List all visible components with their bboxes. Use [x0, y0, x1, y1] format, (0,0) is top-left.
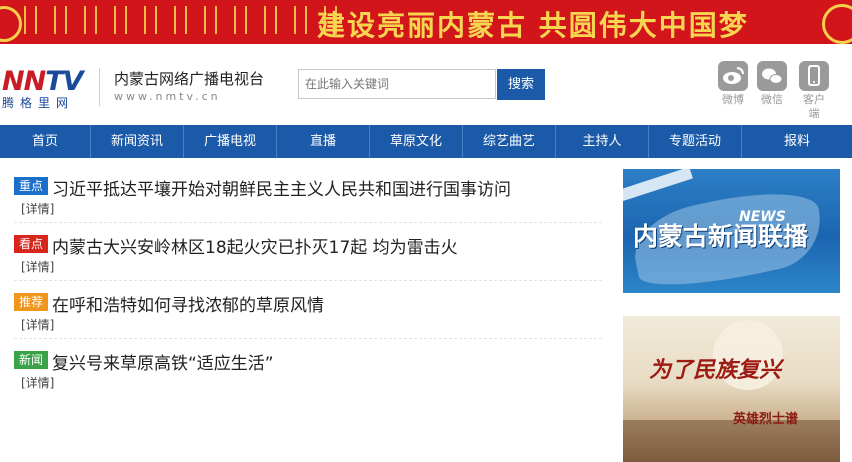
news-item: 看点 内蒙古大兴安岭林区18起火灾已扑灭17起 均为雷击火 [详情]: [14, 224, 602, 281]
news-headline[interactable]: 在呼和浩特如何寻找浓郁的草原风情: [52, 291, 324, 316]
banner-ornament-left: [0, 6, 22, 42]
nav-item-hosts[interactable]: 主持人: [556, 125, 649, 158]
promo-arrow-decoration: [623, 169, 693, 204]
header-divider: [99, 68, 100, 106]
search-input[interactable]: [298, 69, 496, 99]
news-tag: 新闻: [14, 351, 48, 369]
promo-crowd-graphic: [623, 420, 840, 462]
weibo-link[interactable]: 微博: [716, 61, 750, 107]
site-name: 内蒙古网络广播电视台: [114, 70, 265, 88]
nav-item-live[interactable]: 直播: [277, 125, 370, 158]
mobile-app-label: 客户端: [803, 93, 825, 120]
mobile-app-link[interactable]: 客户端: [797, 61, 831, 121]
mobile-icon: [799, 61, 829, 91]
news-item: 推荐 在呼和浩特如何寻找浓郁的草原风情 [详情]: [14, 282, 602, 339]
news-detail-link[interactable]: [详情]: [21, 200, 54, 217]
news-detail-link[interactable]: [详情]: [21, 316, 54, 333]
wechat-icon: [757, 61, 787, 91]
top-banner[interactable]: 建设亮丽内蒙古 共圆伟大中国梦: [0, 0, 852, 44]
nav-item-home[interactable]: 首页: [0, 125, 91, 158]
banner-slogan: 建设亮丽内蒙古 共圆伟大中国梦: [317, 9, 749, 42]
nav-item-tips[interactable]: 报料: [742, 125, 852, 158]
promo-title: 内蒙古新闻联播: [633, 222, 809, 251]
news-detail-link[interactable]: [详情]: [21, 374, 54, 391]
nav-item-special-events[interactable]: 专题活动: [649, 125, 742, 158]
nav-item-grassland-culture[interactable]: 草原文化: [370, 125, 463, 158]
main-nav: 首页 新闻资讯 广播电视 直播 草原文化 综艺曲艺 主持人 专题活动 报料: [0, 125, 852, 158]
news-tag: 推荐: [14, 293, 48, 311]
weibo-icon: [718, 61, 748, 91]
logo-wordmark: NNTV: [2, 66, 84, 97]
news-detail-link[interactable]: [详情]: [21, 258, 54, 275]
nav-item-news[interactable]: 新闻资讯: [91, 125, 184, 158]
news-headline[interactable]: 复兴号来草原高铁“适应生活”: [52, 349, 274, 374]
inner-mongolia-news-promo[interactable]: NEWS 内蒙古新闻联播: [623, 169, 840, 293]
news-headline[interactable]: 内蒙古大兴安岭林区18起火灾已扑灭17起 均为雷击火: [52, 233, 458, 258]
news-item: 重点 习近平抵达平壤开始对朝鲜民主主义人民共和国进行国事访问 [详情]: [14, 166, 602, 223]
news-tag: 看点: [14, 235, 48, 253]
promo-title: 为了民族复兴: [649, 358, 782, 383]
wechat-link[interactable]: 微信: [755, 61, 789, 107]
news-headline[interactable]: 习近平抵达平壤开始对朝鲜民主主义人民共和国进行国事访问: [52, 175, 511, 200]
nav-item-variety[interactable]: 综艺曲艺: [463, 125, 556, 158]
news-item: 新闻 复兴号来草原高铁“适应生活” [详情]: [14, 340, 602, 396]
promo-subtitle: 英雄烈士谱: [733, 412, 799, 427]
national-revival-promo[interactable]: 为了民族复兴 英雄烈士谱: [623, 316, 840, 462]
wechat-label: 微信: [761, 93, 783, 106]
nav-item-broadcast[interactable]: 广播电视: [184, 125, 277, 158]
weibo-label: 微博: [722, 93, 744, 106]
site-logo[interactable]: NNTV 腾格里网: [2, 66, 90, 110]
mongolian-script-decoration: [24, 6, 337, 38]
search-button[interactable]: 搜索: [497, 69, 545, 100]
banner-ornament-right: [822, 4, 852, 44]
news-tag: 重点: [14, 177, 48, 195]
logo-subtitle: 腾格里网: [2, 96, 75, 110]
site-url: www.nmtv.cn: [114, 90, 221, 103]
